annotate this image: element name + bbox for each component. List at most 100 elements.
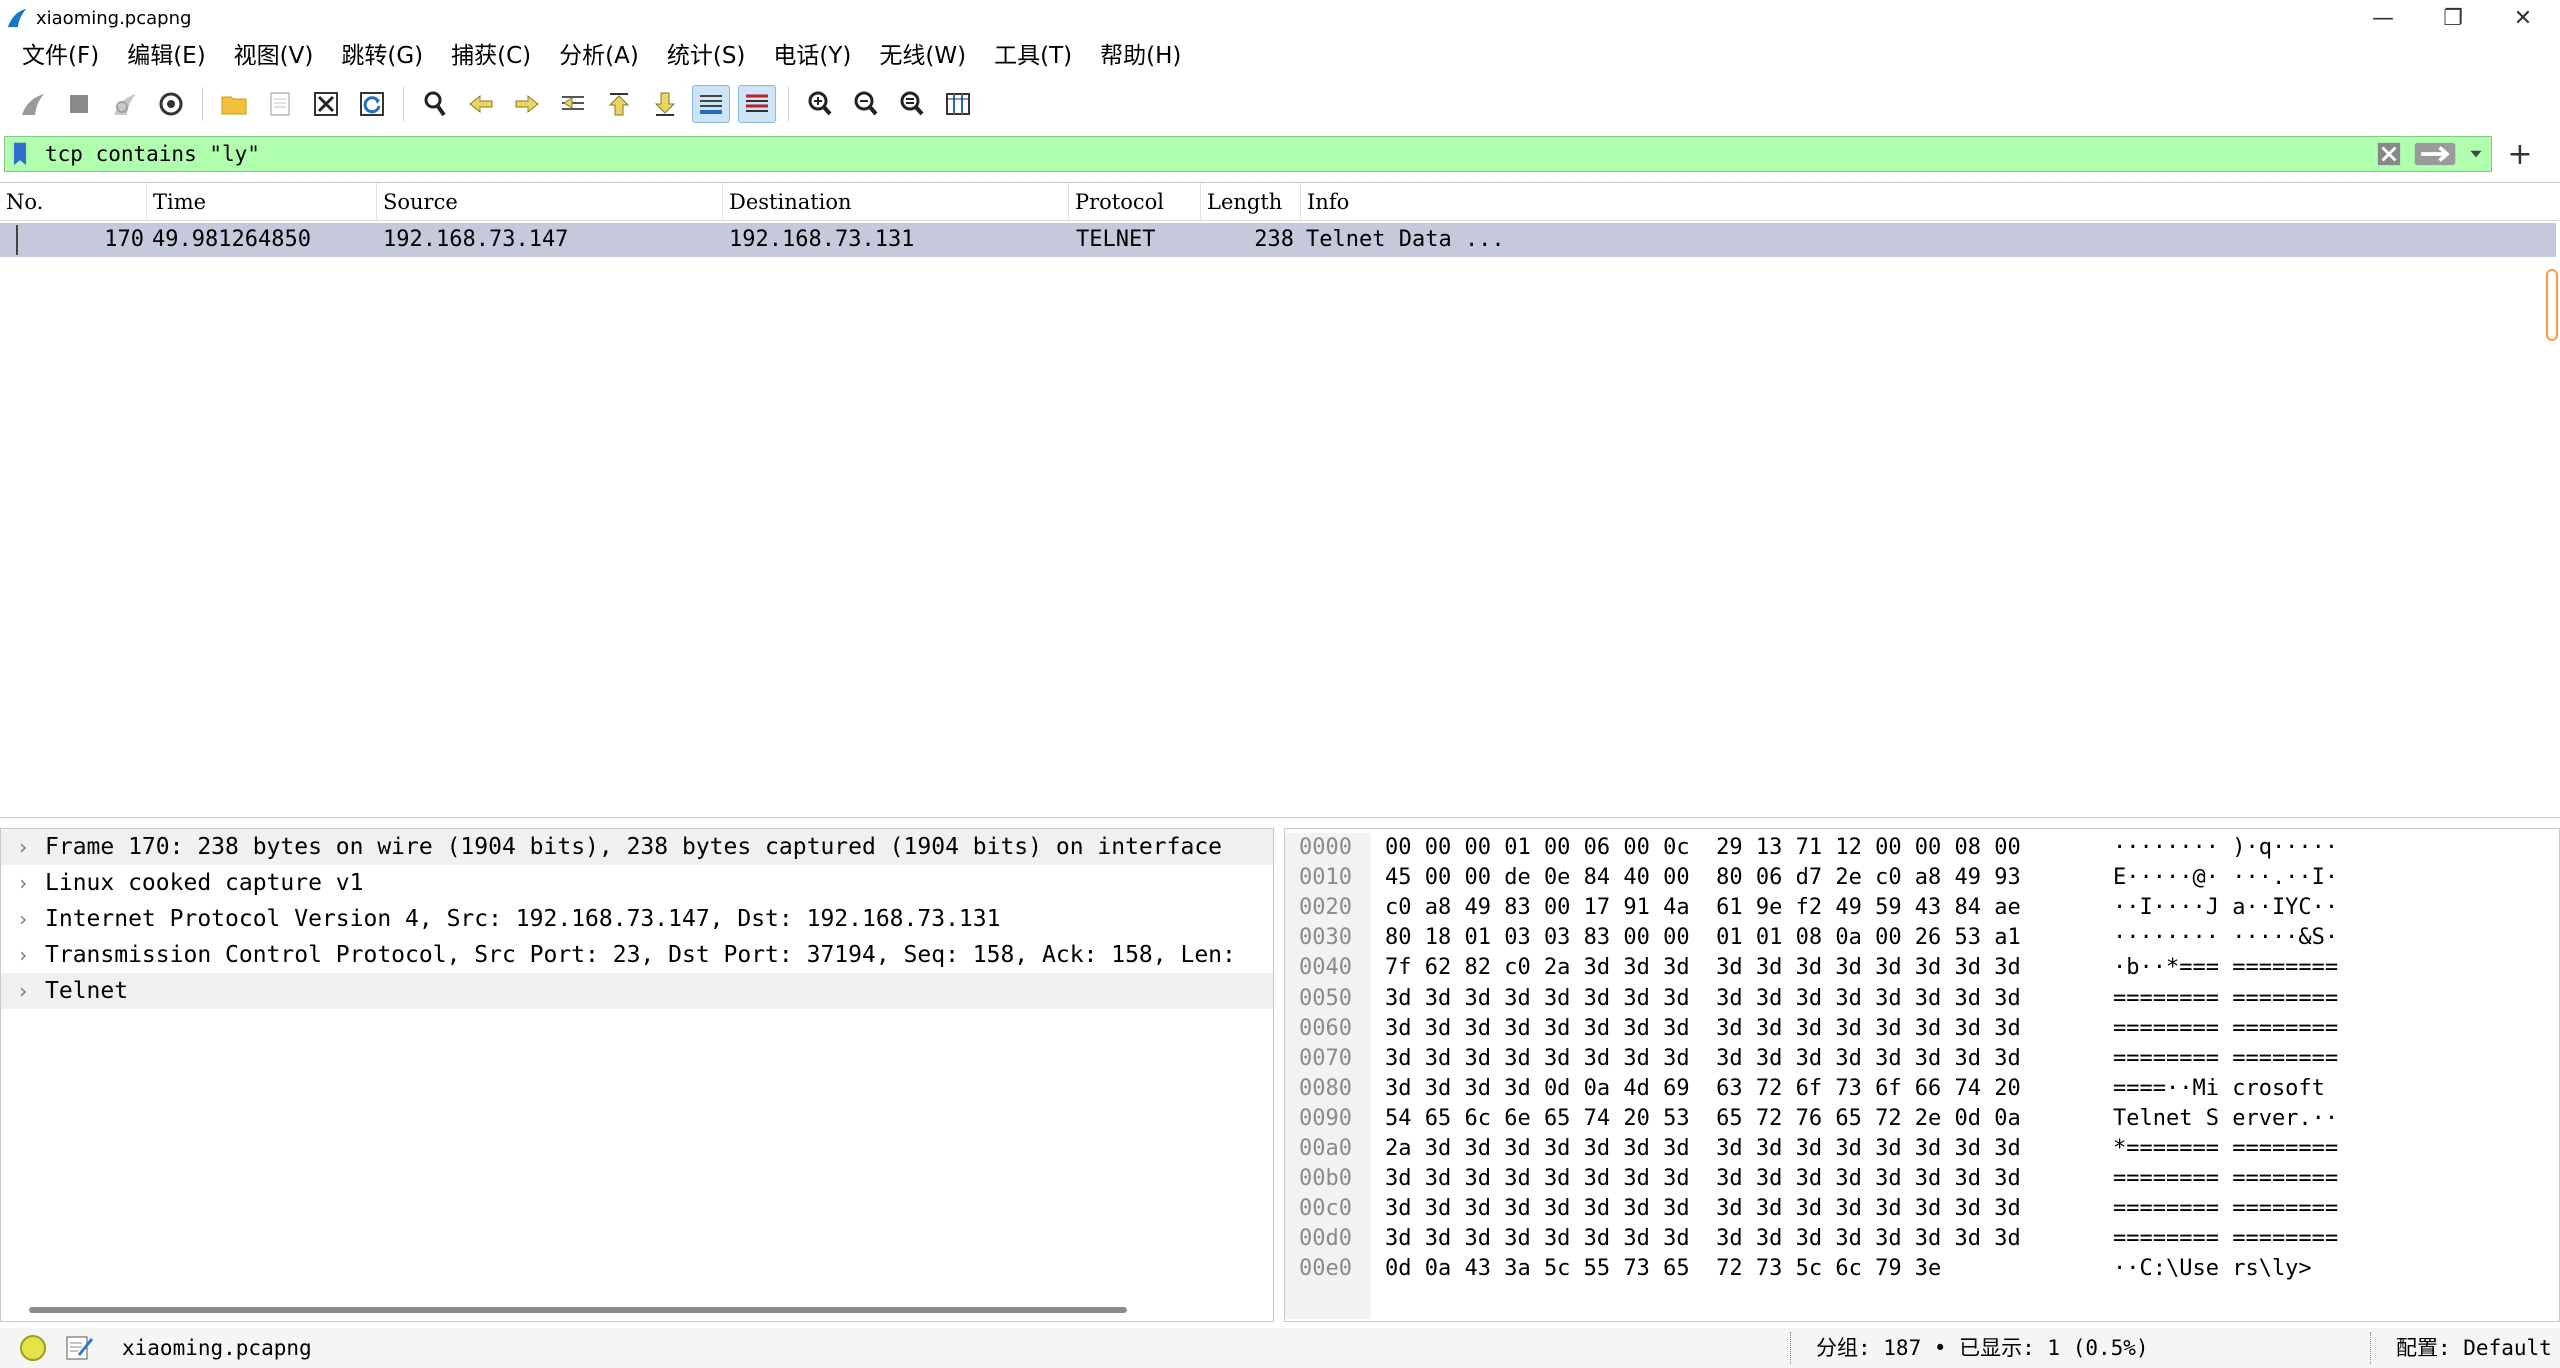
hex-row[interactable]: 0060 3d 3d 3d 3d 3d 3d 3d 3d 3d 3d 3d 3d …	[1285, 1014, 2555, 1044]
magnifier-icon	[424, 91, 446, 117]
normal-size-button[interactable]	[893, 85, 931, 123]
chevron-right-icon[interactable]: ›	[1, 973, 45, 1009]
menu-file[interactable]: 文件(F)	[8, 36, 113, 76]
chevron-right-icon[interactable]: ›	[1, 901, 45, 937]
hex-row[interactable]: 0080 3d 3d 3d 3d 0d 0a 4d 69 63 72 6f 73 …	[1285, 1074, 2555, 1104]
close-file-button[interactable]	[307, 85, 345, 123]
menu-tools[interactable]: 工具(T)	[980, 36, 1086, 76]
plus-icon: +	[2507, 136, 2533, 172]
column-destination[interactable]: Destination	[722, 183, 1068, 221]
hex-row[interactable]: 00a0 2a 3d 3d 3d 3d 3d 3d 3d 3d 3d 3d 3d …	[1285, 1134, 2555, 1164]
go-forward-button[interactable]	[508, 85, 546, 123]
menu-statistics[interactable]: 统计(S)	[653, 36, 760, 76]
detail-row-telnet[interactable]: › Telnet	[1, 973, 1273, 1009]
resize-columns-button[interactable]	[939, 85, 977, 123]
menu-help[interactable]: 帮助(H)	[1086, 36, 1195, 76]
menu-telephony[interactable]: 电话(Y)	[759, 36, 865, 76]
column-length[interactable]: Length	[1200, 183, 1300, 221]
hex-row[interactable]: 00d0 3d 3d 3d 3d 3d 3d 3d 3d 3d 3d 3d 3d …	[1285, 1224, 2555, 1254]
last-packet-button[interactable]	[646, 85, 684, 123]
column-source[interactable]: Source	[376, 183, 722, 221]
add-filter-button[interactable]: +	[2500, 136, 2540, 172]
restart-capture-button[interactable]	[106, 85, 144, 123]
hex-ascii: ··I····J a··IYC··	[2113, 895, 2339, 921]
hex-row[interactable]: 00e0 0d 0a 43 3a 5c 55 73 65 72 73 5c 6c …	[1285, 1254, 2555, 1284]
chevron-right-icon[interactable]: ›	[1, 865, 45, 901]
hex-row[interactable]: 0000 00 00 00 01 00 06 00 0c 29 13 71 12 …	[1285, 833, 2555, 863]
details-horizontal-scrollbar[interactable]	[29, 1307, 1127, 1313]
chevron-right-icon[interactable]: ›	[1, 829, 45, 865]
stop-capture-button[interactable]	[60, 85, 98, 123]
menu-analyze[interactable]: 分析(A)	[545, 36, 653, 76]
hex-offset: 00d0	[1299, 1226, 1352, 1252]
column-no[interactable]: No.	[0, 183, 146, 221]
stop-square-icon	[70, 95, 88, 113]
hex-row[interactable]: 00b0 3d 3d 3d 3d 3d 3d 3d 3d 3d 3d 3d 3d …	[1285, 1164, 2555, 1194]
menu-view[interactable]: 视图(V)	[220, 36, 328, 76]
go-to-packet-button[interactable]	[554, 85, 592, 123]
hex-ascii: ======== ========	[2113, 1196, 2339, 1222]
auto-scroll-button[interactable]	[692, 85, 730, 123]
menu-wireless[interactable]: 无线(W)	[865, 36, 980, 76]
hex-offset: 0090	[1299, 1105, 1352, 1131]
detail-row-ipv4[interactable]: › Internet Protocol Version 4, Src: 192.…	[1, 901, 1273, 937]
wireshark-fin-icon	[7, 8, 27, 28]
clear-filter-button[interactable]	[2369, 137, 2409, 171]
display-filter-input[interactable]	[35, 138, 2369, 170]
hex-bytes: 3d 3d 3d 3d 3d 3d 3d 3d 3d 3d 3d 3d 3d 3…	[1385, 1166, 2021, 1192]
hex-row[interactable]: 00c0 3d 3d 3d 3d 3d 3d 3d 3d 3d 3d 3d 3d …	[1285, 1194, 2555, 1224]
hex-row[interactable]: 0050 3d 3d 3d 3d 3d 3d 3d 3d 3d 3d 3d 3d …	[1285, 984, 2555, 1014]
capture-options-button[interactable]	[152, 85, 190, 123]
filter-bookmark-button[interactable]	[5, 137, 35, 171]
hex-row[interactable]: 0090 54 65 6c 6e 65 74 20 53 65 72 76 65 …	[1285, 1104, 2555, 1134]
hex-row[interactable]: 0020 c0 a8 49 83 00 17 91 4a 61 9e f2 49 …	[1285, 893, 2555, 923]
hex-ascii: ======== ========	[2113, 1226, 2339, 1252]
maximize-icon: ❐	[2443, 5, 2463, 31]
zoom-out-button[interactable]	[847, 85, 885, 123]
status-file-name: xiaoming.pcapng	[122, 1336, 312, 1360]
capture-comment-icon[interactable]	[64, 1332, 94, 1362]
minimize-button[interactable]: —	[2348, 0, 2418, 36]
open-file-button[interactable]	[215, 85, 253, 123]
close-button[interactable]: ✕	[2488, 0, 2558, 36]
menu-edit[interactable]: 编辑(E)	[113, 36, 219, 76]
chevron-right-icon[interactable]: ›	[1, 937, 45, 973]
hex-row[interactable]: 0030 80 18 01 03 03 83 00 00 01 01 08 0a …	[1285, 923, 2555, 953]
start-capture-button[interactable]	[14, 85, 52, 123]
hex-ascii: ········ ·····&S·	[2113, 925, 2339, 951]
hex-row[interactable]: 0070 3d 3d 3d 3d 3d 3d 3d 3d 3d 3d 3d 3d …	[1285, 1044, 2555, 1074]
column-protocol[interactable]: Protocol	[1068, 183, 1200, 221]
menu-capture[interactable]: 捕获(C)	[437, 36, 545, 76]
detail-row-tcp[interactable]: › Transmission Control Protocol, Src Por…	[1, 937, 1273, 973]
hex-row[interactable]: 0040 7f 62 82 c0 2a 3d 3d 3d 3d 3d 3d 3d …	[1285, 953, 2555, 983]
hex-bytes: 45 00 00 de 0e 84 40 00 80 06 d7 2e c0 a…	[1385, 865, 2021, 891]
colorize-button[interactable]	[738, 85, 776, 123]
hex-bytes: 3d 3d 3d 3d 3d 3d 3d 3d 3d 3d 3d 3d 3d 3…	[1385, 1015, 2021, 1041]
detail-row-frame[interactable]: › Frame 170: 238 bytes on wire (1904 bit…	[1, 829, 1273, 865]
detail-row-linux-cooked[interactable]: › Linux cooked capture v1	[1, 865, 1273, 901]
column-info[interactable]: Info	[1300, 183, 2556, 221]
apply-filter-button[interactable]	[2409, 137, 2461, 171]
hex-bytes: 54 65 6c 6e 65 74 20 53 65 72 76 65 72 2…	[1385, 1105, 2021, 1131]
packet-list-scrollbar[interactable]	[2546, 269, 2558, 341]
hex-row[interactable]: 0010 45 00 00 de 0e 84 40 00 80 06 d7 2e …	[1285, 863, 2555, 893]
column-time[interactable]: Time	[146, 183, 376, 221]
maximize-button[interactable]: ❐	[2418, 0, 2488, 36]
ready-indicator-icon[interactable]	[20, 1335, 46, 1361]
arrow-down-icon	[654, 92, 676, 116]
menu-go[interactable]: 跳转(G)	[327, 36, 437, 76]
hex-offset: 0050	[1299, 985, 1352, 1011]
first-packet-button[interactable]	[600, 85, 638, 123]
find-packet-button[interactable]	[416, 85, 454, 123]
file-icon	[270, 92, 290, 116]
zoom-in-button[interactable]	[801, 85, 839, 123]
shark-fin-icon	[22, 94, 44, 115]
filter-history-dropdown[interactable]	[2461, 137, 2491, 171]
hex-bytes: 3d 3d 3d 3d 0d 0a 4d 69 63 72 6f 73 6f 6…	[1385, 1075, 2021, 1101]
go-back-button[interactable]	[462, 85, 500, 123]
packet-row[interactable]: 170 49.981264850 192.168.73.147 192.168.…	[0, 223, 2556, 257]
status-profile[interactable]: 配置: Default	[2396, 1328, 2552, 1368]
reload-file-button[interactable]	[353, 85, 391, 123]
hex-ascii: ··C:\Use rs\ly>	[2113, 1256, 2312, 1282]
save-file-button[interactable]	[261, 85, 299, 123]
